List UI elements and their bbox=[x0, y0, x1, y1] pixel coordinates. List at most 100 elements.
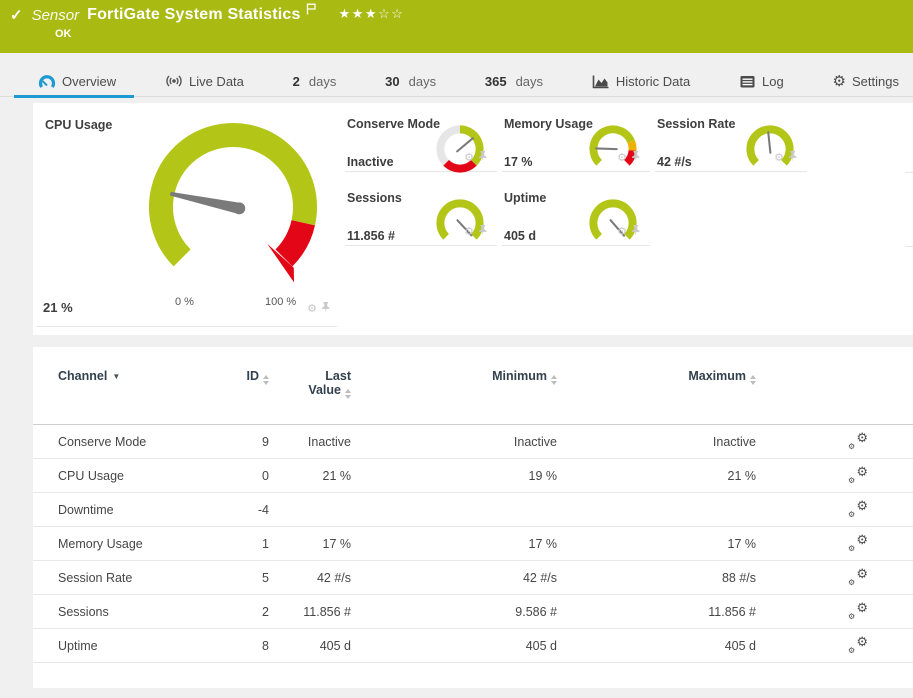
gauge-cell-session-rate: Session Rate 42 #/s ⚙ bbox=[655, 117, 807, 172]
column-label: Minimum bbox=[492, 369, 547, 383]
tab-overview[interactable]: Overview bbox=[13, 66, 135, 98]
gauges-panel: CPU Usage 0 % 100 % 21 % ⚙ Conserve Mode bbox=[33, 103, 913, 335]
minimum-value: 9.586 # bbox=[515, 604, 557, 619]
channel-settings-icon[interactable]: ⚙ ⚙ bbox=[848, 533, 868, 553]
tab-log[interactable]: Log bbox=[731, 66, 792, 97]
tab-label-number: 2 bbox=[292, 73, 300, 89]
column-header-last-value[interactable]: Last Value bbox=[269, 369, 351, 399]
column-label: Last bbox=[325, 369, 351, 383]
tab-label-unit: days bbox=[515, 73, 544, 89]
maximum-value: 405 d bbox=[724, 638, 756, 653]
minimum-value: Inactive bbox=[513, 434, 557, 449]
channel-name[interactable]: Session Rate bbox=[33, 571, 233, 585]
tab-label: Overview bbox=[62, 73, 117, 89]
channel-name[interactable]: CPU Usage bbox=[33, 469, 233, 483]
stars-empty-icon[interactable]: ☆☆ bbox=[378, 6, 404, 21]
last-value: 21 % bbox=[322, 468, 352, 483]
pin-icon[interactable] bbox=[478, 223, 488, 241]
sort-carets-icon bbox=[750, 375, 756, 385]
gear-icon[interactable]: ⚙ bbox=[464, 152, 474, 164]
tab-historic-data[interactable]: Historic Data bbox=[584, 66, 698, 97]
column-header-channel[interactable]: Channel ▼ bbox=[33, 369, 233, 383]
stars-filled-icon[interactable]: ★★★ bbox=[339, 6, 378, 21]
column-label: Maximum bbox=[688, 369, 746, 383]
minimum-value: 405 d bbox=[525, 638, 557, 653]
channel-table-panel: Channel ▼ ID Last Value Minimum Maximum C… bbox=[33, 347, 913, 688]
maximum-value: 17 % bbox=[727, 536, 757, 551]
column-header-id[interactable]: ID bbox=[233, 369, 269, 385]
gauge-title: Sessions bbox=[347, 191, 402, 205]
gauge-icon bbox=[38, 74, 56, 88]
status-badge: OK bbox=[55, 28, 72, 40]
gauge-max-label: 100 % bbox=[265, 296, 297, 308]
gear-icon[interactable]: ⚙ bbox=[617, 226, 627, 238]
tab-2-days[interactable]: 2 days bbox=[285, 66, 345, 97]
gauge-value: 42 #/s bbox=[657, 155, 692, 169]
gauge-min-label: 0 % bbox=[175, 296, 194, 308]
divider bbox=[905, 246, 913, 247]
last-value: 17 % bbox=[322, 536, 352, 551]
pin-icon[interactable] bbox=[478, 149, 488, 167]
tab-label: Settings bbox=[851, 73, 899, 89]
log-icon bbox=[740, 75, 755, 87]
area-chart-icon bbox=[592, 75, 609, 88]
tab-live-data[interactable]: Live Data bbox=[157, 66, 252, 97]
cpu-gauge bbox=[149, 123, 317, 283]
maximum-value: 88 #/s bbox=[721, 570, 756, 585]
sort-carets-icon bbox=[345, 389, 351, 399]
gear-icon: ⚙ bbox=[832, 72, 846, 90]
gauge-cell-sessions: Sessions 11.856 # ⚙ bbox=[345, 191, 497, 246]
gauge-value: 17 % bbox=[504, 155, 533, 169]
channel-table-header: Channel ▼ ID Last Value Minimum Maximum bbox=[33, 347, 913, 425]
table-row-conserve-mode: Conserve Mode 9 Inactive Inactive Inacti… bbox=[33, 425, 913, 459]
tab-365-days[interactable]: 365 days bbox=[477, 66, 551, 97]
channel-settings-icon[interactable]: ⚙ ⚙ bbox=[848, 465, 868, 485]
channel-settings-icon[interactable]: ⚙ ⚙ bbox=[848, 567, 868, 587]
tab-label-number: 30 bbox=[385, 73, 400, 89]
gear-icon[interactable]: ⚙ bbox=[464, 226, 474, 238]
pin-icon[interactable] bbox=[321, 300, 331, 318]
gauge-value: 11.856 # bbox=[347, 229, 395, 243]
gauge-needle bbox=[170, 191, 246, 215]
priority-rating[interactable]: ★★★☆☆ bbox=[339, 6, 405, 22]
channel-name[interactable]: Memory Usage bbox=[33, 537, 233, 551]
gauge-title: Conserve Mode bbox=[347, 117, 441, 131]
channel-name[interactable]: Uptime bbox=[33, 639, 233, 653]
column-label: Value bbox=[308, 383, 341, 397]
minimum-value: 42 #/s bbox=[522, 570, 557, 585]
channel-name[interactable]: Downtime bbox=[33, 503, 233, 517]
gauge-cell-conserve-mode: Conserve Mode Inactive ⚙ bbox=[345, 117, 497, 173]
divider bbox=[905, 172, 913, 173]
gauge-needle bbox=[595, 147, 618, 151]
gear-icon[interactable]: ⚙ bbox=[617, 152, 627, 164]
status-check-icon: ✓ bbox=[10, 7, 23, 24]
tab-30-days[interactable]: 30 days bbox=[377, 66, 444, 97]
channel-id: 0 bbox=[262, 468, 269, 483]
channel-settings-icon[interactable]: ⚙ ⚙ bbox=[848, 601, 868, 621]
flag-icon[interactable] bbox=[306, 2, 317, 20]
maximum-value: 11.856 # bbox=[708, 604, 756, 619]
tab-label-unit: days bbox=[308, 73, 337, 89]
tab-label: Live Data bbox=[188, 73, 244, 89]
last-value: 42 #/s bbox=[316, 570, 351, 585]
pin-icon[interactable] bbox=[631, 223, 641, 241]
column-header-minimum[interactable]: Minimum bbox=[351, 369, 557, 385]
sort-desc-icon: ▼ bbox=[112, 372, 121, 381]
maximum-value: Inactive bbox=[712, 434, 756, 449]
channel-name[interactable]: Conserve Mode bbox=[33, 435, 233, 449]
tab-settings[interactable]: ⚙ Settings bbox=[825, 66, 907, 97]
pin-icon[interactable] bbox=[788, 149, 798, 167]
last-value: 405 d bbox=[319, 638, 351, 653]
gear-icon[interactable]: ⚙ bbox=[307, 303, 317, 315]
column-header-maximum[interactable]: Maximum bbox=[557, 369, 756, 385]
gauge-cell-uptime: Uptime 405 d ⚙ bbox=[502, 191, 650, 246]
object-kind-label: Sensor bbox=[31, 6, 80, 24]
tab-bar: Overview Live Data 2 days 30 days 365 days … bbox=[0, 66, 913, 98]
pin-icon[interactable] bbox=[631, 149, 641, 167]
channel-name[interactable]: Sessions bbox=[33, 605, 233, 619]
channel-settings-icon[interactable]: ⚙ ⚙ bbox=[848, 499, 868, 519]
channel-settings-icon[interactable]: ⚙ ⚙ bbox=[848, 431, 868, 451]
table-row-session-rate: Session Rate 5 42 #/s 42 #/s 88 #/s ⚙ ⚙ bbox=[33, 561, 913, 595]
channel-settings-icon[interactable]: ⚙ ⚙ bbox=[848, 635, 868, 655]
gear-icon[interactable]: ⚙ bbox=[774, 152, 784, 164]
